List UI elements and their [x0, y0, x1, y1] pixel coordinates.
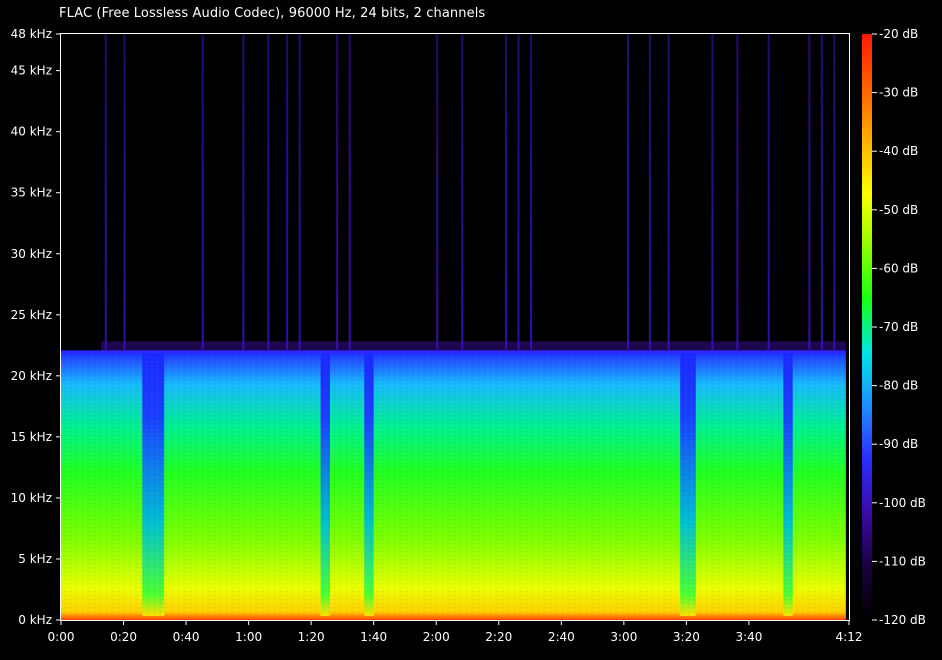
colorbar: -20 dB -30 dB -40 dB -50 dB -60 dB -70 dB -80 …: [862, 27, 926, 627]
y-axis-ticks: 0 kHz 5 kHz 10 kHz 15 kHz 20 kHz 25 kHz 30 kHz…: [11, 27, 61, 627]
x-tick-label: 2:00: [423, 630, 450, 644]
high-frequency-spikes: [104, 34, 836, 352]
x-tick-label: 0:00: [48, 630, 75, 644]
x-tick-label: 2:40: [548, 630, 575, 644]
spike-line: [648, 34, 651, 352]
y-tick-label: 25 kHz: [11, 308, 52, 322]
colorbar-label: -20 dB: [879, 27, 918, 41]
spike-line: [736, 34, 739, 352]
x-tick-label: 3:20: [673, 630, 700, 644]
x-tick-label: 1:00: [235, 630, 262, 644]
spike-line: [242, 34, 245, 352]
y-tick-label: 48 kHz: [11, 27, 52, 41]
x-tick-label: 4:12: [836, 630, 863, 644]
x-tick-label: 1:20: [298, 630, 325, 644]
x-tick-label: 1:40: [360, 630, 387, 644]
spike-line: [348, 34, 351, 352]
spike-line: [336, 34, 339, 352]
colorbar-gradient: [862, 34, 872, 620]
spike-line: [267, 34, 270, 352]
x-tick-label: 3:40: [735, 630, 762, 644]
x-tick-label: 0:20: [110, 630, 137, 644]
spike-line: [626, 34, 629, 352]
colorbar-label: -80 dB: [879, 379, 918, 393]
spike-line: [667, 34, 670, 352]
y-tick-label: 40 kHz: [11, 125, 52, 139]
colorbar-label: -110 dB: [879, 554, 926, 568]
y-tick-label: 5 kHz: [18, 552, 52, 566]
y-tick-label: 30 kHz: [11, 247, 52, 261]
plot-area: [61, 341, 846, 620]
y-tick-label: 45 kHz: [11, 64, 52, 78]
x-tick-label: 3:00: [610, 630, 637, 644]
y-tick-label: 20 kHz: [11, 369, 52, 383]
spike-line: [436, 34, 439, 352]
x-axis-ticks: 0:00 0:20 0:40 1:00 1:20 1:40 2:00 2:20 2:40 3:00…: [48, 620, 863, 644]
cutoff-haze: [101, 341, 846, 352]
spike-line: [767, 34, 770, 352]
y-tick-label: 0 kHz: [18, 613, 52, 627]
cutoff-edge: [61, 350, 846, 354]
colorbar-label: -100 dB: [879, 496, 926, 510]
y-tick-label: 15 kHz: [11, 430, 52, 444]
x-tick-label: 2:20: [485, 630, 512, 644]
colorbar-label: -60 dB: [879, 261, 918, 275]
spectrogram-chart: 0 kHz 5 kHz 10 kHz 15 kHz 20 kHz 25 kHz 30 kHz…: [11, 27, 926, 644]
colorbar-label: -40 dB: [879, 144, 918, 158]
y-tick-label: 10 kHz: [11, 491, 52, 505]
spectrum-texture: [61, 351, 846, 620]
colorbar-label: -50 dB: [879, 203, 918, 217]
colorbar-label: -70 dB: [879, 320, 918, 334]
spike-line: [530, 34, 533, 352]
colorbar-label: -30 dB: [879, 86, 918, 100]
spectrogram-window: FLAC (Free Lossless Audio Codec), 96000 …: [0, 0, 942, 660]
colorbar-label: -120 dB: [879, 613, 926, 627]
spike-line: [286, 34, 289, 352]
x-tick-label: 0:40: [173, 630, 200, 644]
spike-line: [711, 34, 714, 352]
spike-line: [298, 34, 301, 352]
spike-line: [820, 34, 823, 352]
spike-line: [123, 34, 126, 352]
colorbar-label: -90 dB: [879, 437, 918, 451]
spike-line: [833, 34, 836, 352]
spike-line: [461, 34, 464, 352]
spike-line: [808, 34, 811, 352]
spike-line: [505, 34, 508, 352]
spike-line: [104, 34, 107, 352]
y-tick-label: 35 kHz: [11, 186, 52, 200]
spike-line: [517, 34, 520, 352]
spike-line: [201, 34, 204, 352]
